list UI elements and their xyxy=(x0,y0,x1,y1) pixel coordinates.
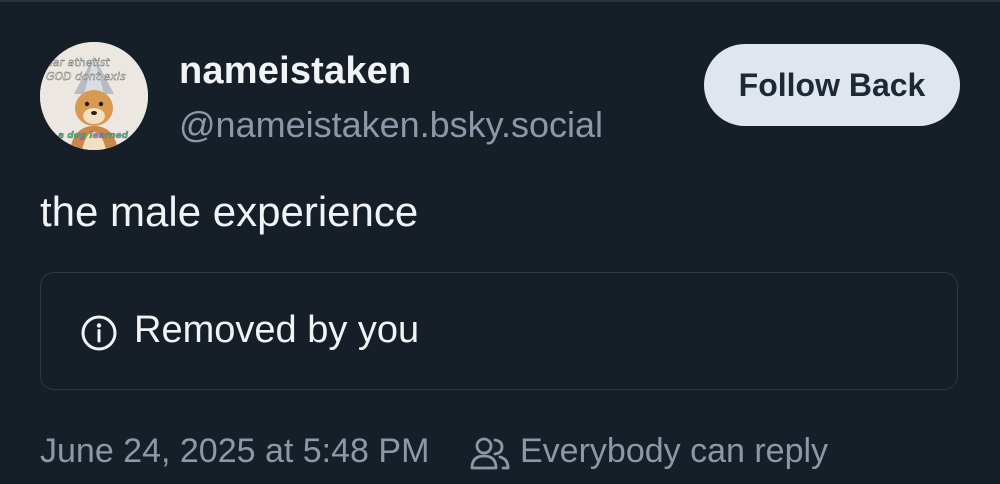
avatar-text-bottom: a dog learned xyxy=(58,131,129,141)
follow-back-button[interactable]: Follow Back xyxy=(704,44,960,126)
author-handle[interactable]: @nameistaken.bsky.social xyxy=(179,104,603,146)
avatar-text-mid: GOD dont exis xyxy=(46,70,126,83)
author-display-name[interactable]: nameistaken xyxy=(179,50,411,93)
post-timestamp[interactable]: June 24, 2025 at 5:48 PM xyxy=(40,432,429,471)
info-icon xyxy=(81,315,117,351)
reply-setting[interactable]: Everybody can reply xyxy=(520,432,828,471)
avatar-image: ear athetist GOD dont exis a dog learned xyxy=(40,42,148,150)
top-divider xyxy=(0,0,1000,2)
removed-notice-label: Removed by you xyxy=(134,309,420,351)
avatar-text-top: ear athetist xyxy=(46,56,110,69)
avatar[interactable]: ear athetist GOD dont exis a dog learned xyxy=(40,42,148,150)
people-icon xyxy=(470,437,510,470)
post-text: the male experience xyxy=(40,188,419,235)
